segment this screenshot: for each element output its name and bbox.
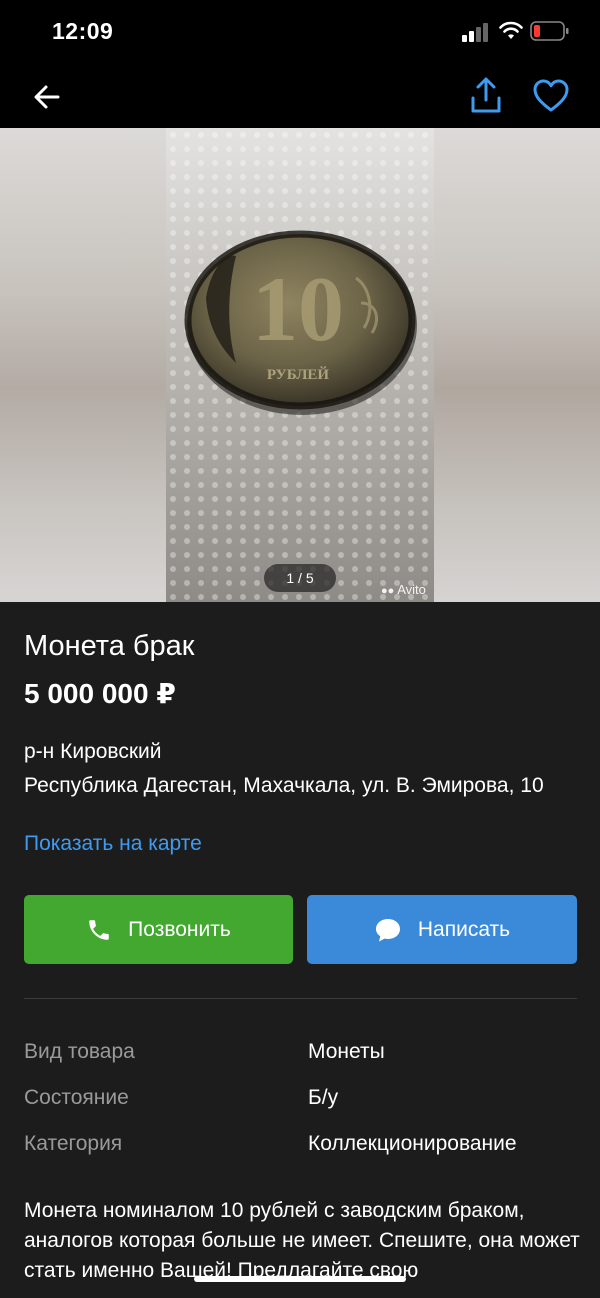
param-value-condition: Б/у	[308, 1086, 339, 1109]
cellular-signal-icon	[462, 23, 488, 42]
listing-description: Монета номиналом 10 рублей с заводским б…	[24, 1199, 580, 1282]
param-value-category: Коллекционирование	[308, 1132, 517, 1155]
photo-gallery[interactable]: 10 РУБЛЕЙ 1 / 5 ●● Avito	[0, 128, 600, 602]
listing-price: 5 000 000 ₽	[24, 678, 176, 709]
home-indicator[interactable]	[194, 1276, 406, 1282]
avito-watermark: ●● Avito	[381, 582, 426, 597]
favorite-heart-icon[interactable]	[532, 78, 570, 114]
listing-district: р-н Кировский	[24, 740, 162, 763]
divider	[24, 998, 577, 999]
listing-title: Монета брак	[24, 630, 195, 662]
avito-logo-icon: ●●	[381, 585, 395, 597]
watermark-text: Avito	[397, 582, 426, 597]
back-arrow-icon[interactable]	[30, 80, 64, 114]
param-value-type: Монеты	[308, 1040, 385, 1063]
coin-denomination: 10	[252, 258, 344, 360]
message-button[interactable]: Написать	[307, 895, 577, 964]
param-label-type: Вид товара	[24, 1040, 135, 1063]
share-icon[interactable]	[468, 76, 504, 116]
listing-address: Республика Дагестан, Махачкала, ул. В. Э…	[24, 774, 544, 797]
coin-subtitle: РУБЛЕЙ	[267, 366, 330, 383]
battery-icon	[530, 21, 569, 41]
chat-bubble-icon	[375, 918, 400, 941]
gallery-blur-left	[0, 128, 166, 602]
message-button-label: Написать	[417, 917, 511, 941]
param-label-category: Категория	[24, 1132, 123, 1155]
photo-counter: 1 / 5	[264, 564, 336, 592]
status-bar: 12:09	[0, 0, 600, 64]
gallery-blur-right	[434, 128, 600, 602]
show-on-map-link[interactable]: Показать на карте	[24, 832, 202, 856]
status-time: 12:09	[52, 18, 114, 44]
phone-icon	[89, 919, 109, 940]
listing-content: Монета брак 5 000 000 ₽ р-н Кировский Ре…	[0, 602, 600, 1298]
coin-photo[interactable]: 10 РУБЛЕЙ	[166, 128, 434, 602]
top-nav-bar	[0, 64, 600, 128]
wifi-icon	[499, 21, 523, 39]
param-label-condition: Состояние	[24, 1086, 129, 1109]
call-button[interactable]: Позвонить	[24, 895, 293, 964]
call-button-label: Позвонить	[128, 917, 231, 941]
